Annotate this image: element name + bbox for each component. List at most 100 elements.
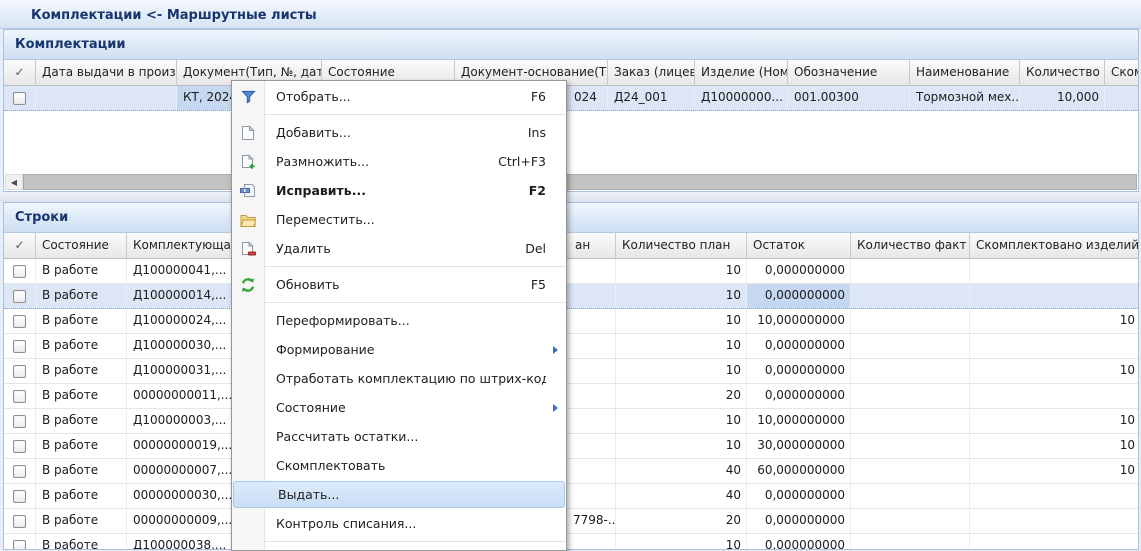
column-header[interactable]: Скомплектовано изделий — [970, 233, 1138, 259]
row-checkbox[interactable] — [13, 440, 26, 453]
table-cell[interactable]: 0,000000000 — [747, 384, 851, 408]
scroll-thumb[interactable] — [23, 174, 1137, 190]
column-header[interactable]: ✓ — [4, 233, 36, 259]
table-row[interactable]: В работеД100000014,...100,000000000 — [4, 284, 1138, 309]
menu-item[interactable]: Исправить...F2 — [232, 176, 566, 205]
table-row[interactable]: В работеД100000031,...100,00000000010 — [4, 359, 1138, 384]
row-select-cell[interactable] — [4, 484, 36, 508]
column-header[interactable]: Заказ (лицево — [608, 60, 695, 86]
row-checkbox[interactable] — [13, 515, 26, 528]
table-cell[interactable] — [36, 86, 177, 110]
row-checkbox[interactable] — [13, 415, 26, 428]
table-cell[interactable]: В работе — [36, 284, 127, 308]
table-cell[interactable] — [851, 409, 970, 433]
table-row[interactable]: В работеД100000038,...100,000000000 — [4, 534, 1138, 549]
table-cell[interactable]: 10 — [616, 434, 747, 458]
table-cell[interactable]: В работе — [36, 509, 127, 533]
table-cell[interactable] — [851, 484, 970, 508]
row-select-cell[interactable] — [4, 359, 36, 383]
menu-item[interactable]: Переформировать... — [232, 306, 566, 335]
row-checkbox[interactable] — [13, 365, 26, 378]
table-cell[interactable]: 10,000 — [1020, 86, 1105, 110]
table-cell[interactable] — [970, 484, 1138, 508]
table-cell[interactable]: В работе — [36, 459, 127, 483]
column-header[interactable]: Остаток — [747, 233, 851, 259]
table-cell[interactable] — [851, 259, 970, 283]
menu-item[interactable]: Формирование — [232, 335, 566, 364]
table-cell[interactable] — [851, 284, 970, 308]
table-row[interactable]: КТ, 2024024Д24_001Д10000000...001.00300Т… — [4, 86, 1138, 111]
column-header[interactable]: Обозначение — [788, 60, 910, 86]
table-cell[interactable]: В работе — [36, 484, 127, 508]
menu-item[interactable]: Состояние — [232, 393, 566, 422]
row-checkbox[interactable] — [13, 390, 26, 403]
table-cell[interactable] — [851, 309, 970, 333]
table-cell[interactable] — [970, 334, 1138, 358]
column-header[interactable]: Состояние — [36, 233, 127, 259]
column-header[interactable]: Количество план — [616, 233, 747, 259]
table-cell[interactable]: 10,000000000 — [747, 409, 851, 433]
menu-item[interactable]: Отработать комплектацию по штрих-кодам..… — [232, 364, 566, 393]
table-cell[interactable] — [851, 509, 970, 533]
menu-item[interactable]: Переместить... — [232, 205, 566, 234]
table-row[interactable]: В работеД100000041,...100,000000000 — [4, 259, 1138, 284]
table-cell[interactable] — [970, 534, 1138, 549]
scroll-left-button[interactable]: ◀ — [5, 174, 23, 190]
column-header[interactable]: Ском — [1105, 60, 1138, 86]
table-cell[interactable]: 0,000000000 — [747, 334, 851, 358]
table-row[interactable]: В работеД100000003,...1010,00000000010 — [4, 409, 1138, 434]
horizontal-scrollbar[interactable]: ◀ — [5, 174, 1137, 190]
row-checkbox[interactable] — [13, 290, 26, 303]
menu-item[interactable]: УдалитьDel — [232, 234, 566, 263]
table-cell[interactable]: 0,000000000 — [747, 534, 851, 549]
table-cell[interactable] — [970, 259, 1138, 283]
table-cell[interactable]: 40 — [616, 459, 747, 483]
table-cell[interactable]: В работе — [36, 359, 127, 383]
table-row[interactable]: В работе00000000011,...200,000000000 — [4, 384, 1138, 409]
table-cell[interactable]: 10 — [616, 409, 747, 433]
menu-item[interactable]: Выдать... — [233, 481, 565, 508]
menu-item[interactable]: Рассчитать остатки... — [232, 422, 566, 451]
table-cell[interactable]: В работе — [36, 409, 127, 433]
column-header[interactable]: Дата выдачи в произв — [36, 60, 177, 86]
table-cell[interactable]: Д10000000... — [695, 86, 788, 110]
table-cell[interactable] — [851, 434, 970, 458]
table-cell[interactable]: 10 — [970, 459, 1138, 483]
table-row[interactable]: В работе00000000007,...4060,00000000010 — [4, 459, 1138, 484]
menu-item[interactable]: Добавить...Ins — [232, 118, 566, 147]
row-select-cell[interactable] — [4, 259, 36, 283]
table-row[interactable]: В работеД100000030,...100,000000000 — [4, 334, 1138, 359]
table-cell[interactable]: В работе — [36, 309, 127, 333]
table-cell[interactable]: 20 — [616, 509, 747, 533]
table-cell[interactable]: 10,000000000 — [747, 309, 851, 333]
table-cell[interactable]: Д24_001 — [608, 86, 695, 110]
table-cell[interactable]: 10 — [616, 309, 747, 333]
table-cell[interactable]: 30,000000000 — [747, 434, 851, 458]
row-select-cell[interactable] — [4, 409, 36, 433]
column-header[interactable]: ✓ — [4, 60, 36, 86]
table-cell[interactable]: 40 — [616, 484, 747, 508]
table-cell[interactable]: 001.00300 — [788, 86, 910, 110]
menu-item[interactable]: Контроль списания... — [232, 509, 566, 538]
panel-splitter[interactable] — [0, 192, 1141, 202]
table-cell[interactable]: 20 — [616, 384, 747, 408]
table-row[interactable]: В работе00000000030,...400,000000000 — [4, 484, 1138, 509]
column-header[interactable]: Изделие (Номе — [695, 60, 788, 86]
table-cell[interactable]: 10 — [616, 359, 747, 383]
table-cell[interactable]: 0,000000000 — [747, 484, 851, 508]
table-cell[interactable]: 10 — [970, 409, 1138, 433]
row-select-cell[interactable] — [4, 534, 36, 549]
table-cell[interactable]: 10 — [616, 334, 747, 358]
row-select-cell[interactable] — [4, 334, 36, 358]
table-cell[interactable]: 10 — [970, 359, 1138, 383]
menu-item[interactable]: ОбновитьF5 — [232, 270, 566, 299]
row-select-cell[interactable] — [4, 309, 36, 333]
table-cell[interactable]: В работе — [36, 259, 127, 283]
table-cell[interactable]: 10 — [616, 259, 747, 283]
table-cell[interactable]: В работе — [36, 334, 127, 358]
row-checkbox[interactable] — [13, 265, 26, 278]
table-cell[interactable]: 60,000000000 — [747, 459, 851, 483]
table-cell[interactable] — [1105, 86, 1138, 110]
table-cell[interactable] — [851, 384, 970, 408]
table-cell[interactable]: 10 — [616, 534, 747, 549]
